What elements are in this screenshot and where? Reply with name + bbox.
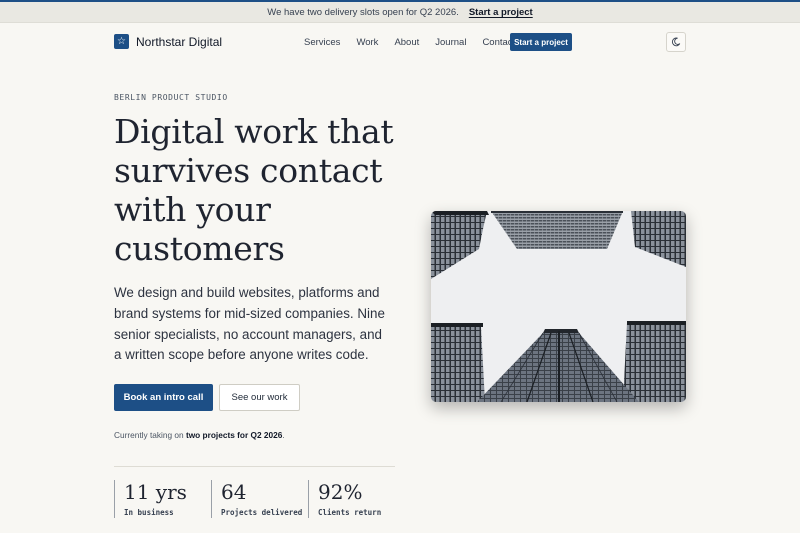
hero-description: We design and build websites, platforms … <box>114 285 385 363</box>
stats-divider <box>114 466 395 467</box>
stat-years: 11 yrs In business <box>114 480 187 518</box>
nav-link-work[interactable]: Work <box>356 37 378 48</box>
nav-link-services[interactable]: Services <box>304 37 340 48</box>
brand-logo[interactable]: ☆ Northstar Digital <box>114 34 222 49</box>
availability-note: Currently taking on two projects for Q2 … <box>114 430 285 440</box>
star-icon: ☆ <box>114 34 129 49</box>
eyebrow-label: BERLIN PRODUCT STUDIO <box>114 93 228 102</box>
availability-prefix: Currently taking on <box>114 430 186 440</box>
see-our-work-button[interactable]: See our work <box>219 384 300 411</box>
brand-name: Northstar Digital <box>136 34 223 49</box>
stat-label: Clients return <box>318 508 382 517</box>
availability-suffix: . <box>282 430 285 440</box>
skyscrapers-illustration <box>431 211 686 402</box>
announcement-text: We have two delivery slots open for Q2 2… <box>267 6 459 18</box>
page-title: Digital work that survives contact with … <box>114 112 394 268</box>
announcement-link[interactable]: Start a project <box>469 7 533 18</box>
nav-link-journal[interactable]: Journal <box>435 37 466 48</box>
nav-link-about[interactable]: About <box>394 37 419 48</box>
site-header: ☆ Northstar Digital Services Work About … <box>0 24 800 62</box>
book-intro-call-button[interactable]: Book an intro call <box>114 384 213 411</box>
stat-value: 11 yrs <box>124 480 187 504</box>
hero-image <box>431 211 686 402</box>
stat-projects: 64 Projects delivered <box>211 480 302 518</box>
theme-toggle-button[interactable] <box>666 32 686 52</box>
moon-icon <box>672 37 681 47</box>
stat-value: 92% <box>318 480 363 504</box>
stat-label: Projects delivered <box>221 508 303 517</box>
stat-value: 64 <box>221 480 247 504</box>
main-navigation: Services Work About Journal Contact <box>304 37 531 48</box>
announcement-bar: We have two delivery slots open for Q2 2… <box>0 2 800 23</box>
start-project-button[interactable]: Start a project <box>510 33 572 51</box>
stat-label: In business <box>124 508 174 517</box>
stat-clients: 92% Clients return <box>308 480 381 518</box>
availability-highlight: two projects for Q2 2026 <box>185 430 283 440</box>
